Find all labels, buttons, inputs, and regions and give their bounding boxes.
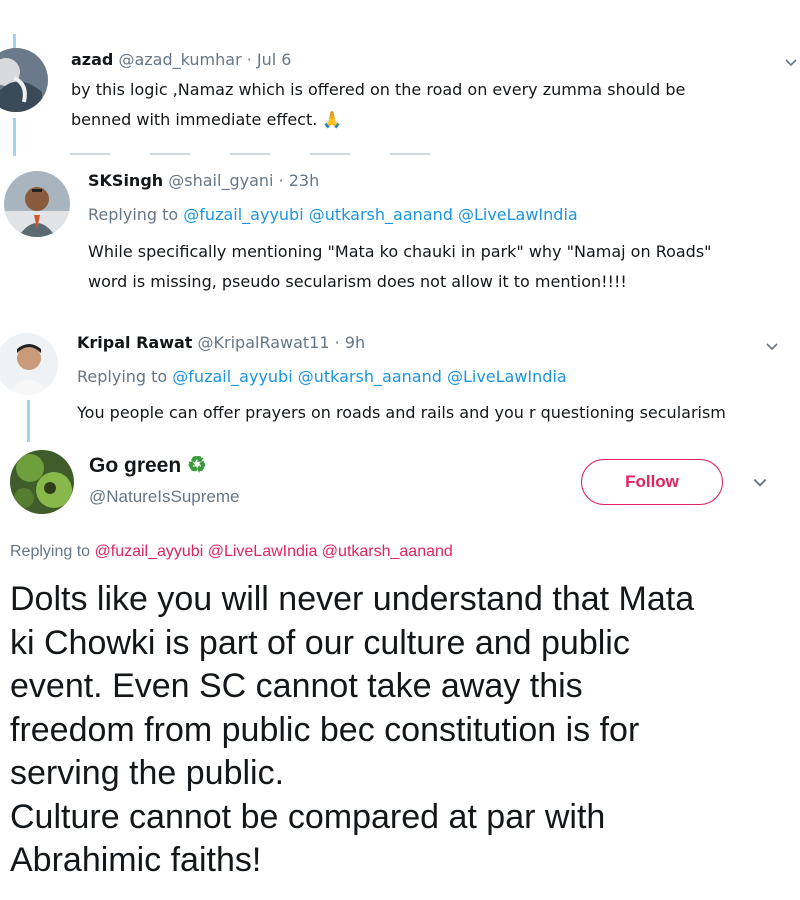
tweet-text: by this logic ,Namaz which is offered on… bbox=[71, 80, 686, 129]
tweet-header: SKSingh @shail_gyani · 23h bbox=[88, 171, 319, 190]
mention-link[interactable]: @utkarsh_aanand bbox=[309, 205, 453, 224]
replying-to: Replying to @fuzail_ayyubi @LiveLawIndia… bbox=[10, 543, 453, 560]
recycle-icon: ♻ bbox=[187, 452, 207, 477]
chevron-down-icon[interactable] bbox=[784, 56, 798, 70]
chevron-down-icon[interactable] bbox=[765, 340, 779, 354]
tweet-date[interactable]: · Jul 6 bbox=[247, 50, 292, 69]
user-handle[interactable]: @azad_kumhar bbox=[118, 50, 241, 69]
thread-line bbox=[27, 400, 30, 442]
tweet-text: You people can offer prayers on roads an… bbox=[77, 403, 726, 422]
replying-to: Replying to @fuzail_ayyubi @utkarsh_aana… bbox=[88, 205, 578, 224]
thread-line bbox=[13, 118, 16, 156]
user-handle[interactable]: @NatureIsSupreme bbox=[89, 487, 240, 507]
divider bbox=[70, 153, 460, 155]
tweet-text: While specifically mentioning "Mata ko c… bbox=[88, 242, 712, 291]
mention-link[interactable]: @LiveLawIndia bbox=[208, 543, 318, 560]
display-name[interactable]: Go green ♻ bbox=[89, 452, 207, 478]
tweet-header: azad @azad_kumhar · Jul 6 bbox=[71, 50, 291, 69]
mention-link[interactable]: @utkarsh_aanand bbox=[322, 543, 453, 560]
display-name[interactable]: SKSingh bbox=[88, 171, 163, 190]
mention-link[interactable]: @LiveLawIndia bbox=[458, 205, 578, 224]
mention-link[interactable]: @fuzail_ayyubi bbox=[95, 543, 204, 560]
chevron-down-icon[interactable] bbox=[752, 475, 768, 491]
replying-to: Replying to @fuzail_ayyubi @utkarsh_aana… bbox=[77, 367, 567, 386]
avatar[interactable] bbox=[4, 171, 70, 237]
mention-link[interactable]: @fuzail_ayyubi bbox=[172, 367, 292, 386]
follow-button[interactable]: Follow bbox=[581, 459, 723, 505]
display-name[interactable]: azad bbox=[71, 50, 113, 69]
tweet-date[interactable]: · 23h bbox=[279, 171, 320, 190]
avatar[interactable] bbox=[0, 48, 48, 112]
avatar[interactable] bbox=[0, 333, 58, 395]
user-handle[interactable]: @shail_gyani bbox=[168, 171, 273, 190]
user-handle[interactable]: @KripalRawat11 bbox=[198, 333, 330, 352]
tweet-text: Dolts like you will never understand tha… bbox=[10, 580, 695, 879]
mention-link[interactable]: @fuzail_ayyubi bbox=[183, 205, 303, 224]
mention-link[interactable]: @LiveLawIndia bbox=[447, 367, 567, 386]
display-name[interactable]: Kripal Rawat bbox=[77, 333, 192, 352]
avatar[interactable] bbox=[10, 450, 74, 514]
tweet-date[interactable]: · 9h bbox=[335, 333, 366, 352]
tweet-header: Kripal Rawat @KripalRawat11 · 9h bbox=[77, 333, 365, 352]
mention-link[interactable]: @utkarsh_aanand bbox=[298, 367, 442, 386]
